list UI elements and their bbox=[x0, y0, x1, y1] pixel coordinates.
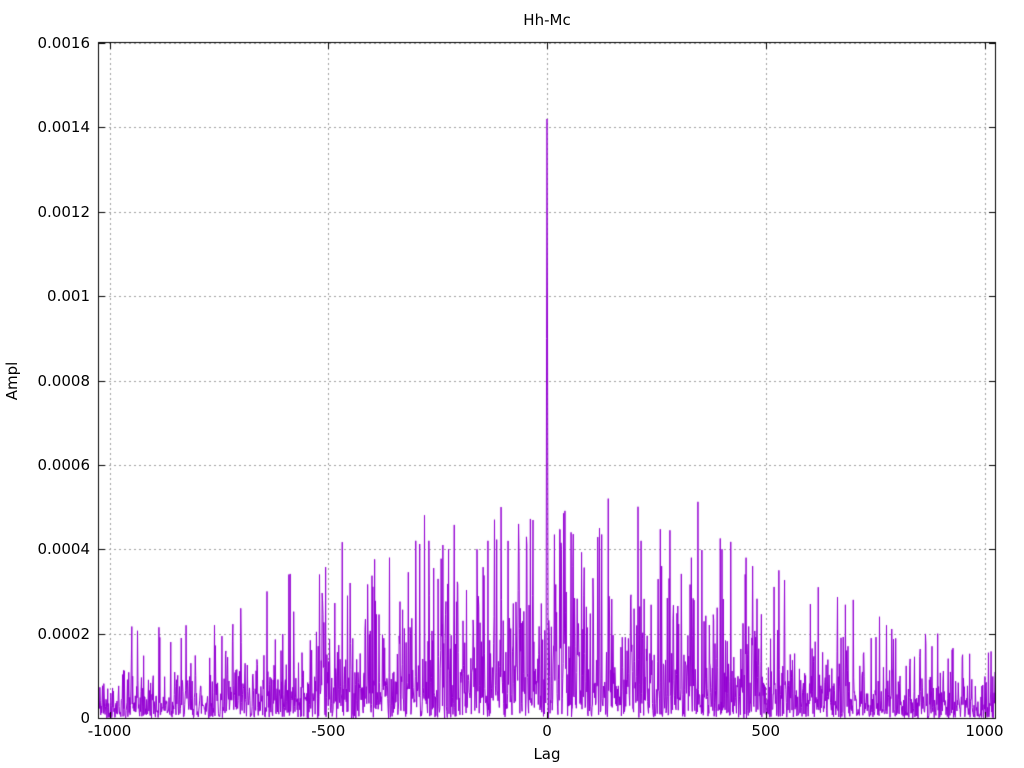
x-tick-label: 500 bbox=[751, 722, 781, 740]
chart-title: Hh-Mc bbox=[523, 11, 571, 29]
y-tick-label: 0.0004 bbox=[37, 540, 91, 559]
x-tick-label: -500 bbox=[311, 722, 346, 740]
y-tick-label: 0.0008 bbox=[37, 371, 91, 390]
x-tick-label: 0 bbox=[542, 722, 552, 740]
x-tick-label: -1000 bbox=[87, 722, 132, 740]
y-tick-label: 0.0012 bbox=[37, 202, 91, 221]
y-tick-label: 0.001 bbox=[47, 287, 90, 306]
plot-canvas bbox=[0, 0, 1024, 768]
x-tick-label: 1000 bbox=[965, 722, 1004, 740]
x-axis-title: Lag bbox=[533, 745, 561, 763]
y-tick-label: 0.0014 bbox=[37, 118, 91, 137]
y-tick-label: 0.0002 bbox=[37, 624, 91, 643]
chart: Hh-Mc Ampl Lag 0 0.0002 0.0004 0.0006 0.0008… bbox=[0, 0, 1024, 768]
y-tick-label: 0.0016 bbox=[37, 34, 91, 52]
y-tick-label: 0.0006 bbox=[37, 455, 91, 474]
